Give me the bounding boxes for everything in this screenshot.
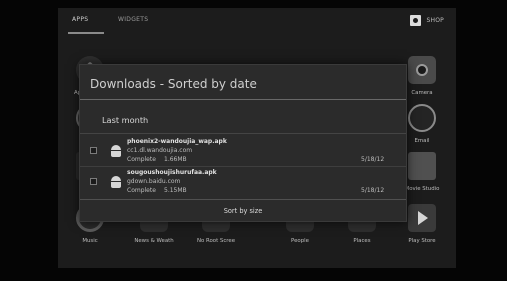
app-drawer-topbar: APPS WIDGETS SHOP [58, 8, 456, 38]
file-size: 1.66MB [164, 156, 187, 163]
file-name: sougoushoujishurufaa.apk [127, 169, 217, 176]
dialog-title: Downloads - Sorted by date [90, 77, 257, 91]
shop-label: SHOP [426, 17, 444, 24]
play-store-icon [408, 204, 436, 232]
app-label: Music [82, 238, 98, 244]
section-header: Last month [102, 115, 149, 125]
file-size: 5.15MB [164, 187, 187, 194]
file-status: Complete [127, 187, 156, 194]
app-label: News & Weath [134, 238, 174, 244]
tab-widgets[interactable]: WIDGETS [118, 16, 148, 23]
file-host: gdown.baidu.com [127, 178, 181, 185]
file-name: phoenix2-wandoujia_wap.apk [127, 138, 227, 145]
app-label: Play Store [408, 238, 436, 244]
android-icon [110, 145, 122, 157]
app-label: People [291, 238, 309, 244]
android-icon [110, 176, 122, 188]
shop-button[interactable]: SHOP [409, 15, 444, 26]
camera-icon [408, 56, 436, 84]
section-divider [80, 133, 406, 134]
sort-by-size-button[interactable]: Sort by size [80, 200, 406, 221]
tab-underline [68, 32, 104, 34]
shopping-bag-icon [409, 15, 421, 26]
download-row[interactable]: phoenix2-wandoujia_wap.apk cc1.dl.wandou… [80, 136, 406, 167]
movie-studio-icon [408, 152, 436, 180]
tab-apps[interactable]: APPS [72, 16, 88, 23]
select-checkbox[interactable] [90, 178, 97, 185]
app-label: No Root Scree [196, 238, 236, 244]
title-divider [80, 99, 406, 100]
file-date: 5/18/12 [361, 156, 385, 163]
app-label: Places [353, 238, 371, 244]
download-row[interactable]: sougoushoujishurufaa.apk gdown.baidu.com… [80, 167, 406, 198]
file-status: Complete [127, 156, 156, 163]
select-checkbox[interactable] [90, 147, 97, 154]
downloads-dialog: Downloads - Sorted by date Last month ph… [79, 64, 407, 222]
email-icon [408, 104, 436, 132]
file-host: cc1.dl.wandoujia.com [127, 147, 193, 154]
file-date: 5/18/12 [361, 187, 385, 194]
